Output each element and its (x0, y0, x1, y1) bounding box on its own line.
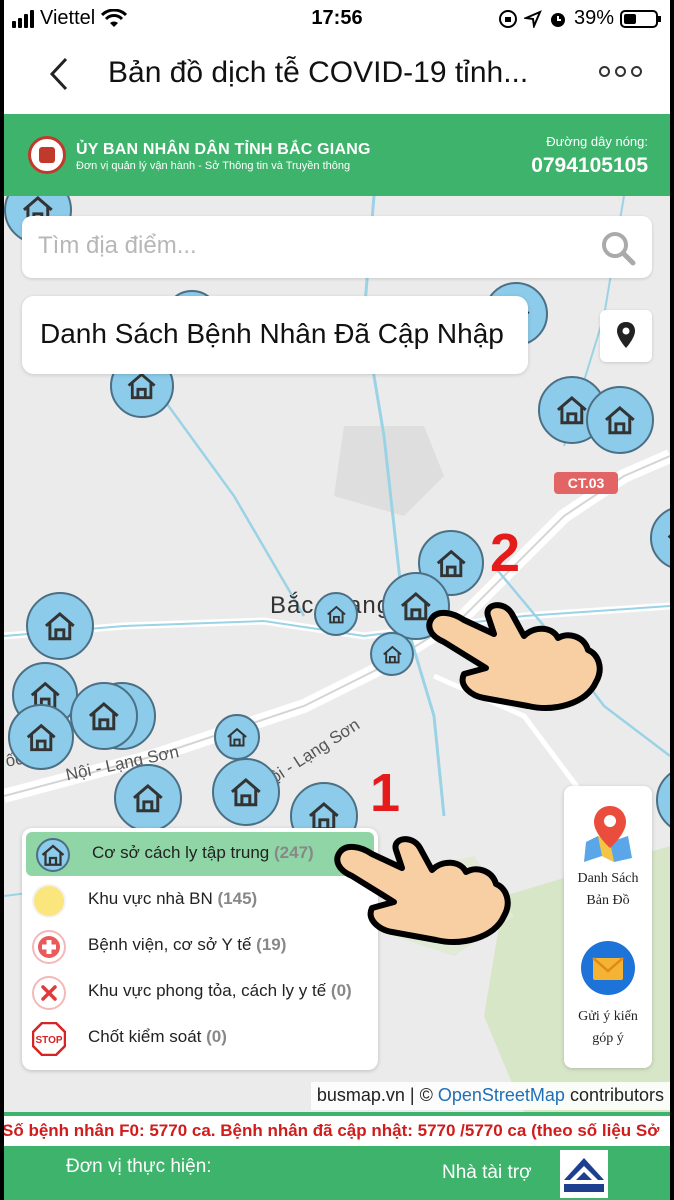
more-options-button[interactable] (599, 66, 642, 77)
legend-label: Cơ sở cách ly tập trung (92, 843, 270, 862)
battery-icon (620, 9, 661, 28)
side-action-panel: Danh Sách Bản Đồ Gửi ý kiến góp ý (564, 786, 652, 1068)
pointing-hand-icon (426, 602, 603, 711)
legend-label: Khu vực phong tỏa, cách ly y tế (88, 981, 327, 1000)
map-legend: Cơ sở cách ly tập trung (247) Khu vực nh… (22, 828, 378, 1070)
footer: Đơn vị thực hiện: Nhà tài trợ (4, 1146, 670, 1200)
legend-item-lockdown[interactable]: Khu vực phong tỏa, cách ly y tế (0) (22, 970, 378, 1014)
annotation-number-1: 1 (370, 763, 401, 823)
patient-list-label: Danh Sách Bệnh Nhân Đã Cập Nhập (40, 318, 504, 349)
svg-text:STOP: STOP (35, 1035, 62, 1046)
map-list-label-2: Bản Đồ (586, 893, 630, 908)
stats-ticker: Số bệnh nhân F0: 5770 ca. Bệnh nhân đã c… (4, 1112, 670, 1146)
legend-item-patient-home[interactable]: Khu vực nhà BN (145) (22, 878, 378, 922)
search-bar[interactable]: Tìm địa điểm... (22, 216, 652, 278)
battery-percent: 39% (573, 7, 614, 29)
alarm-icon (550, 12, 565, 27)
map-view[interactable]: CT.03 Bắc Giang Nội - Lạng Sơn Hà Nội - … (4, 196, 670, 1112)
yellow-circle-icon (32, 884, 66, 918)
quarantine-marker[interactable] (26, 592, 94, 660)
quarantine-marker[interactable] (214, 714, 260, 760)
patient-list-button[interactable]: Danh Sách Bệnh Nhân Đã Cập Nhập (22, 296, 528, 374)
search-icon[interactable] (600, 230, 636, 266)
legend-count: (0) (330, 981, 352, 1000)
house-icon (36, 838, 70, 872)
map-pin-icon (584, 806, 632, 862)
legend-label: Bệnh viện, cơ sở Y tế (88, 935, 252, 954)
page-title: Bản đồ dịch tễ COVID-19 tỉnh... (108, 56, 529, 89)
location-arrow-icon (523, 9, 542, 28)
title-bar: Bản đồ dịch tễ COVID-19 tỉnh... (4, 38, 670, 114)
pointing-hand-icon (334, 836, 511, 945)
road-badge: CT.03 (554, 472, 618, 494)
attribution-suffix: contributors (569, 1085, 664, 1105)
my-location-button[interactable] (600, 310, 652, 362)
legend-item-quarantine[interactable]: Cơ sở cách ly tập trung (247) (26, 832, 374, 876)
quarantine-marker[interactable] (370, 632, 414, 676)
implementer-label: Đơn vị thực hiện: (66, 1156, 212, 1177)
legend-count: (247) (274, 843, 314, 862)
stop-sign-icon: STOP (32, 1022, 66, 1056)
lockdown-x-icon (32, 976, 66, 1010)
feedback-label-1: Gửi ý kiến (578, 1009, 638, 1024)
status-bar: Viettel 17:56 39% (4, 0, 670, 38)
hospital-cross-icon (32, 930, 66, 964)
quarantine-marker[interactable] (314, 592, 358, 636)
sponsor-logo (560, 1150, 608, 1198)
legend-count: (19) (256, 935, 287, 954)
sponsor-label: Nhà tài trợ (442, 1162, 532, 1183)
quarantine-marker[interactable] (586, 386, 654, 454)
envelope-icon (581, 941, 635, 995)
legend-count: (0) (206, 1027, 227, 1046)
orientation-lock-icon (498, 9, 517, 28)
legend-label: Khu vực nhà BN (88, 889, 213, 908)
org-emblem-icon (28, 136, 66, 174)
legend-item-checkpoint[interactable]: STOP Chốt kiểm soát (0) (22, 1016, 378, 1060)
app-screen: Viettel 17:56 39% Bản đồ dịch tễ COVID-1… (4, 0, 670, 1200)
quarantine-marker[interactable] (70, 682, 138, 750)
org-name: ỦY BAN NHÂN DÂN TỈNH BẮC GIANG (76, 141, 371, 158)
osm-link[interactable]: OpenStreetMap (438, 1085, 565, 1105)
feedback-label-2: góp ý (592, 1031, 624, 1046)
search-input[interactable]: Tìm địa điểm... (38, 232, 197, 260)
hotline-label: Đường dây nóng: (546, 134, 648, 149)
hotline-number[interactable]: 0794105105 (531, 154, 648, 178)
quarantine-marker[interactable] (212, 758, 280, 826)
quarantine-marker[interactable] (8, 704, 74, 770)
legend-item-hospital[interactable]: Bệnh viện, cơ sở Y tế (19) (22, 924, 378, 968)
back-button[interactable] (44, 56, 74, 92)
annotation-number-2: 2 (490, 523, 521, 583)
ticker-text: Số bệnh nhân F0: 5770 ca. Bệnh nhân đã c… (4, 1121, 660, 1140)
org-header: ỦY BAN NHÂN DÂN TỈNH BẮC GIANG Đơn vị qu… (4, 114, 670, 196)
map-attribution: busmap.vn | © OpenStreetMap contributors (310, 1082, 670, 1110)
attribution-prefix: busmap.vn | © (316, 1085, 433, 1105)
org-subtitle: Đơn vị quản lý vận hành - Sở Thông tin v… (76, 160, 351, 172)
map-list-label-1: Danh Sách (577, 871, 639, 886)
location-pin-icon (617, 322, 635, 348)
legend-count: (145) (217, 889, 258, 908)
quarantine-marker[interactable] (114, 764, 182, 832)
legend-label: Chốt kiểm soát (88, 1027, 202, 1046)
